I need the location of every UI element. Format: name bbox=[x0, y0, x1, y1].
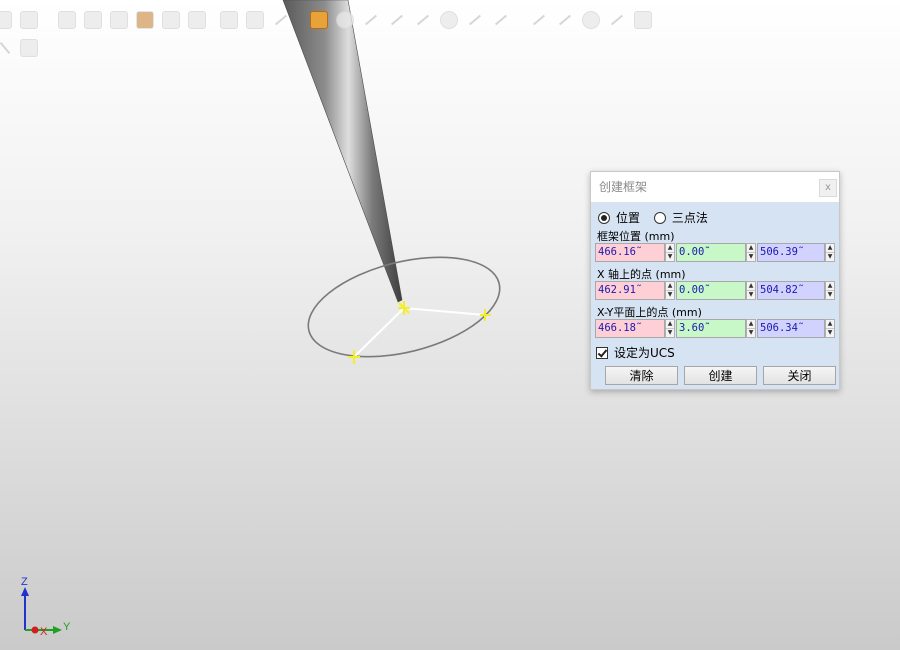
x-axis-point-y-spinner[interactable]: ▲ ▼ bbox=[746, 281, 756, 300]
clear-button[interactable]: 清除 bbox=[605, 366, 678, 385]
probe-needle bbox=[282, 0, 403, 303]
close-icon[interactable]: x bbox=[819, 179, 837, 197]
settings-gear-icon[interactable] bbox=[188, 11, 206, 29]
frame-position-z-spinner[interactable]: ▲ ▼ bbox=[825, 243, 835, 262]
radio-position[interactable]: 位置 bbox=[598, 209, 640, 226]
xy-plane-point-z-spinner[interactable]: ▲ ▼ bbox=[825, 319, 835, 338]
copy-icon[interactable] bbox=[634, 11, 652, 29]
x-axis-point-label: X 轴上的点 (mm) bbox=[597, 268, 686, 281]
target-icon[interactable] bbox=[220, 11, 238, 29]
x-axis-point-z-input[interactable]: 504.82˜ bbox=[757, 281, 825, 300]
play-icon[interactable] bbox=[0, 39, 14, 57]
x-axis-point-z-spinner[interactable]: ▲ ▼ bbox=[825, 281, 835, 300]
frame-icon[interactable] bbox=[84, 11, 102, 29]
point-circle-icon[interactable] bbox=[440, 11, 458, 29]
radio-position-indicator[interactable] bbox=[598, 211, 610, 224]
frame-position-x-input[interactable]: 466.16˜ bbox=[595, 243, 665, 262]
dialog-title: 创建框架 bbox=[591, 172, 839, 202]
x-axis-point-y-input[interactable]: 0.00˜ bbox=[676, 281, 746, 300]
grid-icon[interactable] bbox=[20, 11, 38, 29]
xy-plane-point-row: 466.18˜ ▲ ▼ 3.60˜ ▲ ▼ 506.34˜ ▲ ▼ bbox=[595, 319, 839, 339]
x-axis-point-x-spinner[interactable]: ▲ ▼ bbox=[665, 281, 675, 300]
radio-three-point[interactable]: 三点法 bbox=[653, 209, 708, 226]
set-ucs-option[interactable]: 设定为UCS bbox=[596, 344, 675, 361]
radio-three-point-label: 三点法 bbox=[671, 211, 708, 225]
stop-icon[interactable] bbox=[20, 39, 38, 57]
xy-plane-point-x-input[interactable]: 466.18˜ bbox=[595, 319, 665, 338]
axis-label-x: X bbox=[40, 626, 48, 638]
xy-plane-point-x-spinner[interactable]: ▲ ▼ bbox=[665, 319, 675, 338]
x-axis-point-x-input[interactable]: 462.91˜ bbox=[595, 281, 665, 300]
frame-position-row: 466.16˜ ▲ ▼ 0.00˜ ▲ ▼ 506.39˜ ▲ ▼ bbox=[595, 243, 839, 263]
set-ucs-checkbox[interactable] bbox=[596, 346, 608, 359]
frame-position-y-spinner[interactable]: ▲ ▼ bbox=[746, 243, 756, 262]
arrow-diagonal-icon[interactable] bbox=[530, 11, 548, 29]
circle-icon[interactable] bbox=[336, 11, 354, 29]
mode-radio-group: 位置 三点法 bbox=[598, 209, 718, 225]
xy-plane-point-y-input[interactable]: 3.60˜ bbox=[676, 319, 746, 338]
xy-plane-point-label: X-Y平面上的点 (mm) bbox=[597, 306, 702, 319]
star-icon[interactable] bbox=[492, 11, 510, 29]
radio-three-point-indicator[interactable] bbox=[653, 211, 666, 224]
xy-plane-point-z-input[interactable]: 506.34˜ bbox=[757, 319, 825, 338]
axis-triad: Z X Y bbox=[21, 576, 71, 638]
xy-plane-point-y-spinner[interactable]: ▲ ▼ bbox=[746, 319, 756, 338]
frame-x-axis bbox=[403, 307, 486, 316]
radio-position-label: 位置 bbox=[616, 211, 641, 225]
material-sphere-icon[interactable] bbox=[136, 11, 154, 29]
x-axis-point-row: 462.91˜ ▲ ▼ 0.00˜ ▲ ▼ 504.82˜ ▲ ▼ bbox=[595, 281, 839, 301]
close-button[interactable]: 关闭 bbox=[763, 366, 836, 385]
set-ucs-label: 设定为UCS bbox=[614, 346, 675, 360]
image-icon[interactable] bbox=[162, 11, 180, 29]
axis-label-z: Z bbox=[21, 576, 28, 588]
frame-points-icon[interactable] bbox=[310, 11, 328, 29]
measure-icon[interactable] bbox=[272, 11, 290, 29]
curve-icon[interactable] bbox=[556, 11, 574, 29]
frame-position-z-input[interactable]: 506.39˜ bbox=[757, 243, 825, 262]
camera-rotate-icon[interactable] bbox=[58, 11, 76, 29]
frame-y-axis bbox=[353, 307, 405, 358]
sphere-icon[interactable] bbox=[246, 11, 264, 29]
create-frame-dialog: 创建框架 x 位置 三点法 框架位置 (mm) 466.16˜ ▲ ▼ 0.00˜… bbox=[590, 171, 840, 390]
dimension-icon[interactable] bbox=[608, 11, 626, 29]
box-icon[interactable] bbox=[110, 11, 128, 29]
tangent-circle-icon[interactable] bbox=[582, 11, 600, 29]
frame-position-y-input[interactable]: 0.00˜ bbox=[676, 243, 746, 262]
angle-icon[interactable] bbox=[466, 11, 484, 29]
fork-icon[interactable] bbox=[414, 11, 432, 29]
zoom-extents-icon[interactable] bbox=[0, 11, 12, 29]
frame-position-x-spinner[interactable]: ▲ ▼ bbox=[665, 243, 675, 262]
frame-position-label: 框架位置 (mm) bbox=[597, 230, 675, 243]
main-toolbar bbox=[0, 8, 700, 34]
polyline-icon[interactable] bbox=[388, 11, 406, 29]
axis-label-y: Y bbox=[63, 621, 71, 633]
line-icon[interactable] bbox=[362, 11, 380, 29]
create-button[interactable]: 创建 bbox=[684, 366, 757, 385]
